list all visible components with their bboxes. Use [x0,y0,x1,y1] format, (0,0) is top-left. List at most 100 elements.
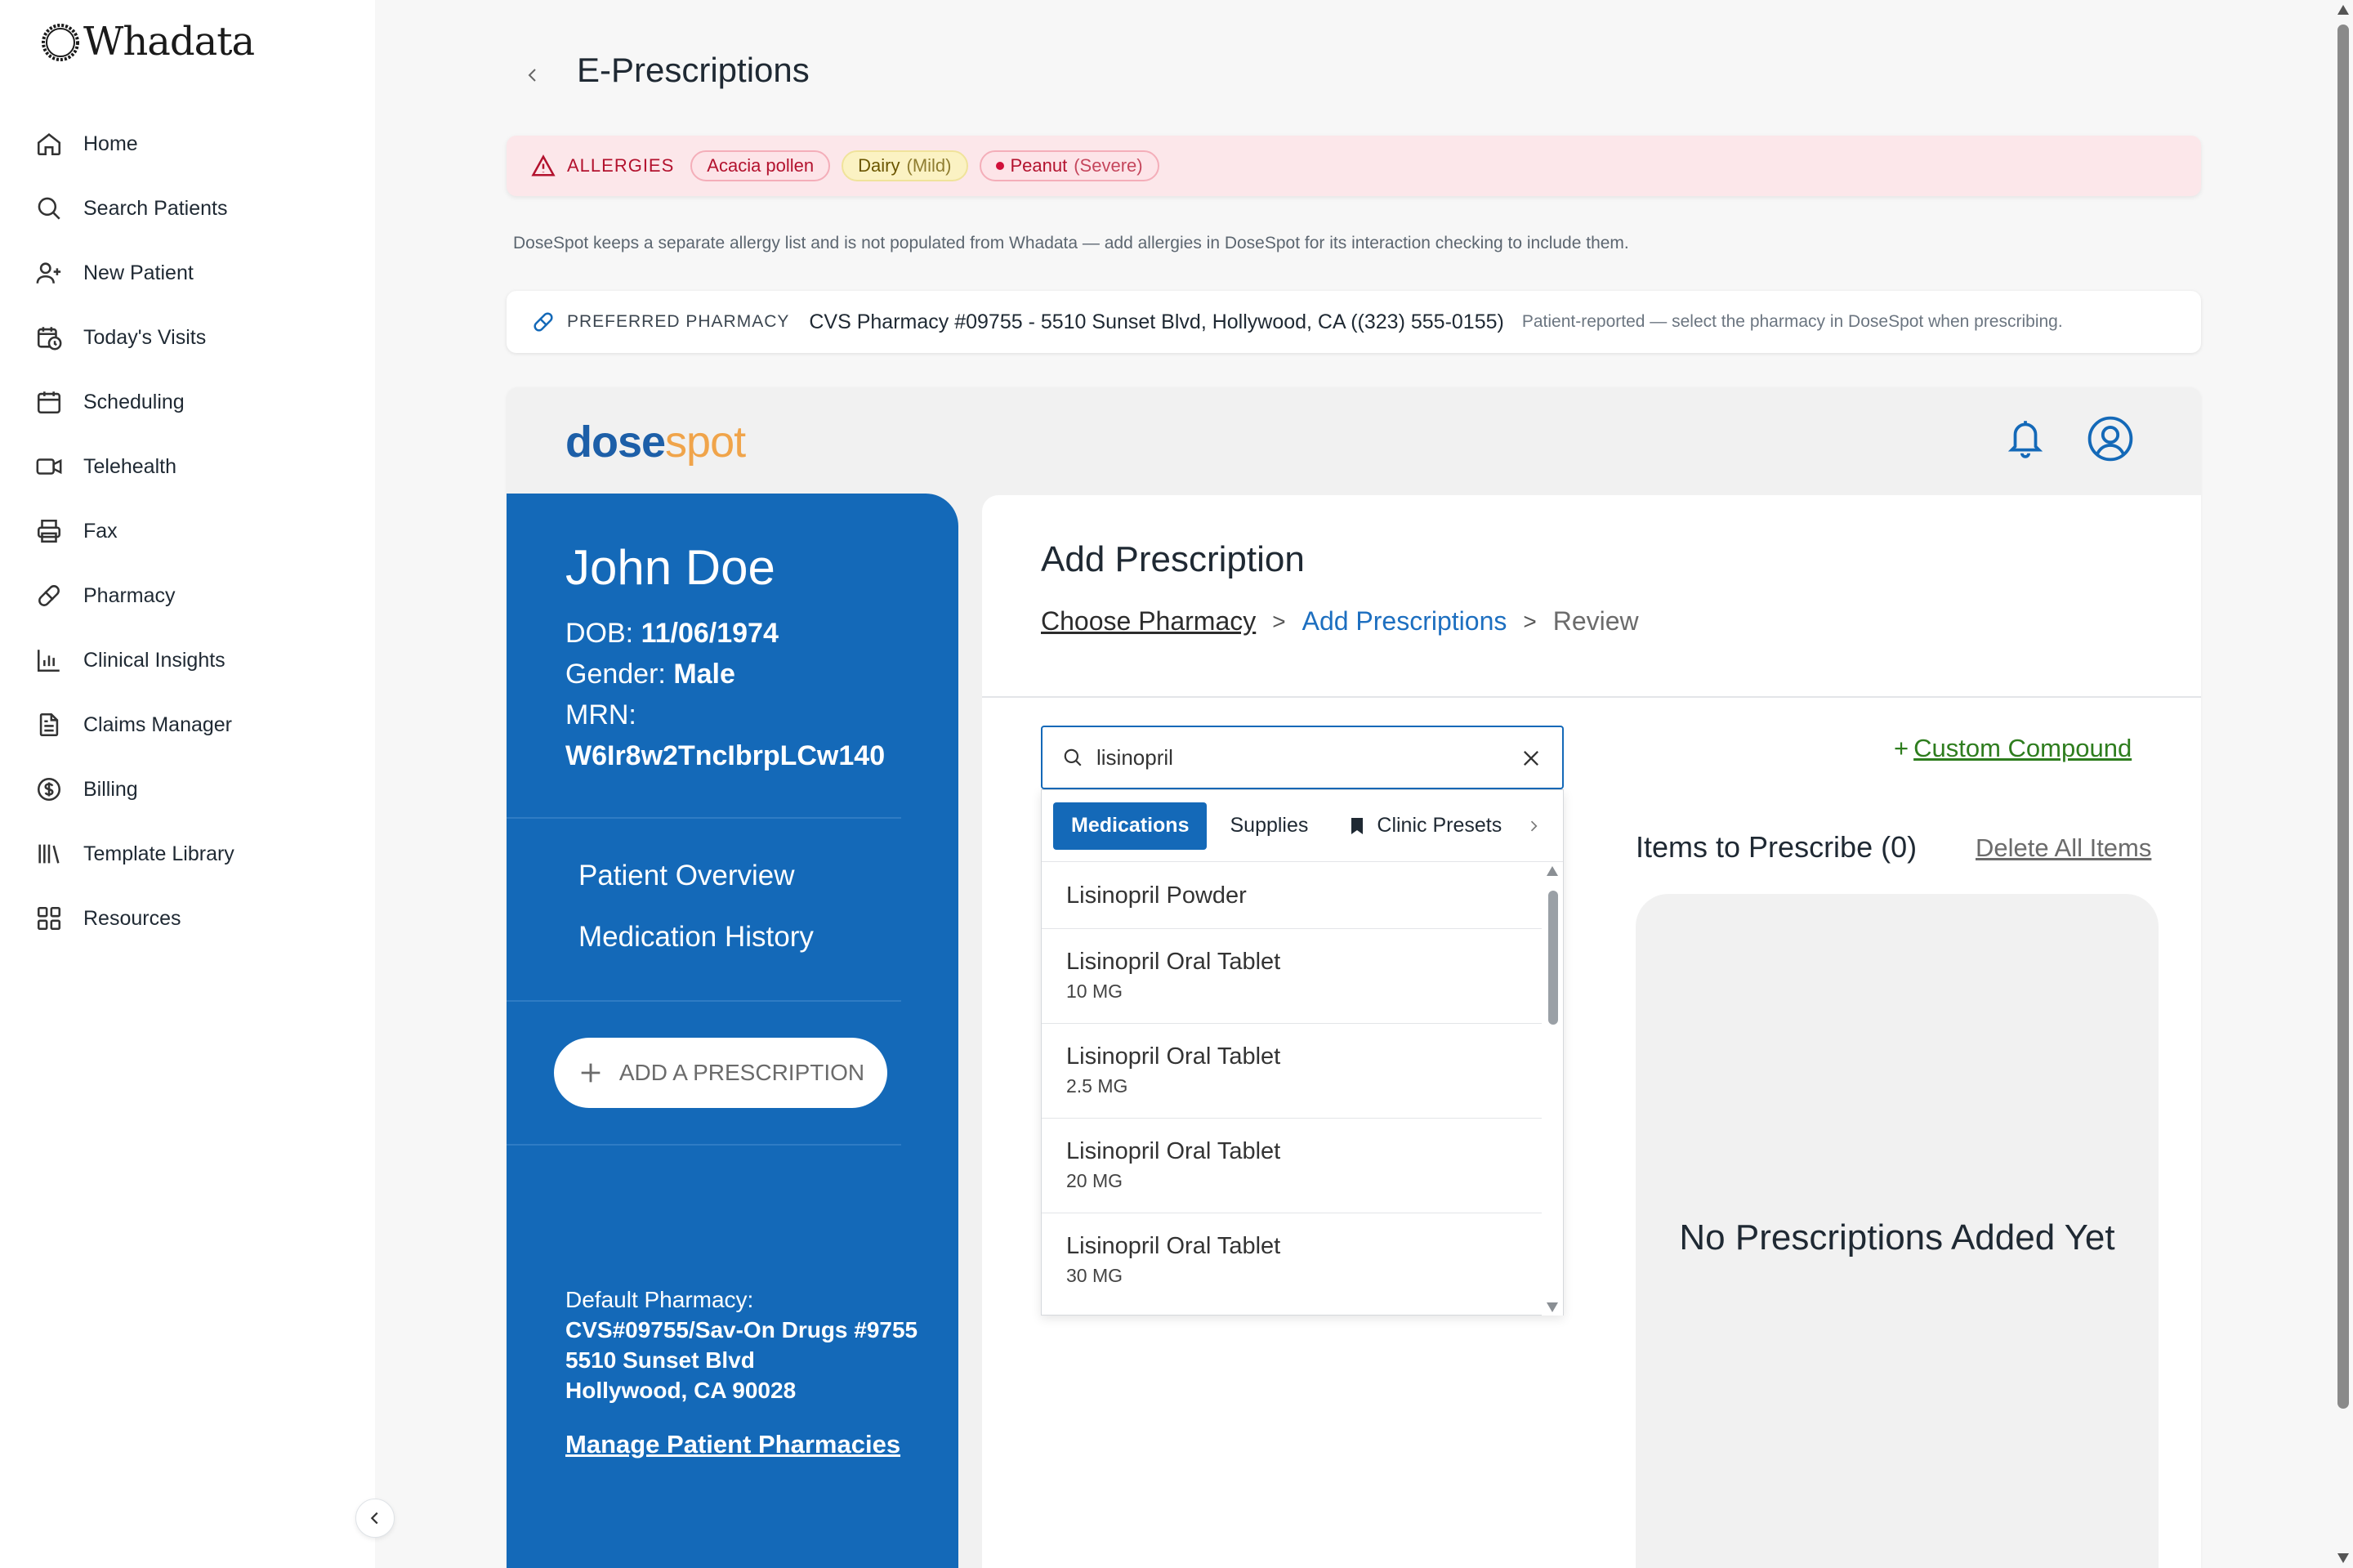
scroll-down-arrow-icon[interactable] [2337,1553,2349,1563]
patient-mrn-label: MRN: [565,699,636,730]
delete-all-items-link[interactable]: Delete All Items [1976,833,2151,863]
bell-icon [2005,415,2046,461]
scrollbar-thumb[interactable] [2337,25,2349,1409]
document-icon [33,708,65,741]
sidebar-item-template-library[interactable]: Template Library [33,829,234,878]
home-icon [33,127,65,160]
gender-value: Male [673,659,735,690]
sidebar-item-telehealth[interactable]: Telehealth [33,442,176,491]
breadcrumb-add-prescriptions[interactable]: Add Prescriptions [1302,606,1507,637]
user-account-button[interactable] [2087,415,2136,464]
list-item[interactable]: Lisinopril Oral Tablet 30 MG [1042,1213,1543,1308]
allergy-badge-peanut: Peanut (Severe) [979,150,1159,181]
sidebar-item-scheduling[interactable]: Scheduling [33,377,185,427]
logo-ring-icon [39,20,82,63]
search-results-list: Lisinopril Powder Lisinopril Oral Tablet… [1042,863,1543,1308]
printer-icon [33,515,65,547]
add-prescription-label: ADD A PRESCRIPTION [618,1060,865,1085]
patient-overview-link[interactable]: Patient Overview [578,860,795,892]
sidebar-item-label: Pharmacy [83,583,176,607]
user-plus-icon [33,257,65,289]
sidebar-item-label: Scheduling [83,390,185,413]
page-scrollbar[interactable] [2333,0,2353,1568]
back-button[interactable] [516,59,549,92]
sidebar-item-todays-visits[interactable]: Today's Visits [33,313,206,362]
results-scrollbar[interactable] [1542,863,1563,1316]
dosespot-frame: dosespot John Doe DOB: 11/06/1974 Gender… [507,387,2201,1568]
sidebar-collapse-button[interactable] [355,1499,395,1538]
sidebar-item-fax[interactable]: Fax [33,507,118,556]
sidebar-item-label: Home [83,132,138,155]
allergies-banner: ALLERGIES Acacia pollen Dairy (Mild) Pea… [507,136,2201,196]
gender-label: Gender: [565,659,666,690]
preferred-pharmacy-banner: PREFERRED PHARMACY CVS Pharmacy #09755 -… [507,291,2201,353]
sidebar-item-label: Claims Manager [83,713,233,736]
custom-compound-link[interactable]: + Custom Compound [1894,734,2132,763]
sidebar-item-label: Telehealth [83,454,176,478]
patient-mrn-value: W6Ir8w2TncIbrpLCw140 [565,740,886,771]
add-prescription-button[interactable]: ADD A PRESCRIPTION [554,1038,887,1108]
page-title: E-Prescriptions [577,51,810,89]
sidebar-item-label: Today's Visits [83,325,207,349]
dosespot-logo-spot: spot [665,418,746,467]
sidebar: Whadata Home Search Patients New Patient… [0,0,375,1568]
default-pharmacy-line: CVS#09755/Sav-On Drugs #9755 [565,1317,918,1342]
sidebar-item-pharmacy[interactable]: Pharmacy [33,571,176,620]
preferred-pharmacy-label: PREFERRED PHARMACY [567,312,790,331]
patient-card: John Doe DOB: 11/06/1974 Gender: Male MR… [507,494,958,1568]
allergy-badge-dairy: Dairy (Mild) [842,150,968,181]
result-name: Lisinopril Oral Tablet [1066,949,1281,975]
chevron-right-icon[interactable] [1517,810,1550,842]
dollar-icon [33,773,65,806]
sidebar-item-new-patient[interactable]: New Patient [33,248,194,297]
scroll-up-arrow-icon[interactable] [1547,866,1558,876]
sidebar-item-claims-manager[interactable]: Claims Manager [33,700,232,749]
medication-search-input[interactable]: lisinopril [1041,726,1564,789]
logo-text: Whadata [83,19,255,65]
allergy-severity: (Severe) [1074,155,1143,176]
scrollbar-thumb[interactable] [1548,891,1558,1025]
search-results-dropdown: Medications Supplies Clinic Presets Lisi… [1041,789,1564,1316]
bookmark-icon [1349,816,1365,836]
calendar-icon [33,386,65,418]
sidebar-item-resources[interactable]: Resources [33,894,181,943]
allergy-severity: (Mild) [906,155,952,176]
tab-clinic-presets[interactable]: Clinic Presets [1331,802,1520,850]
items-to-prescribe-box: No Prescriptions Added Yet [1636,894,2159,1568]
list-item[interactable]: Lisinopril Oral Tablet 10 MG [1042,929,1543,1024]
scroll-down-arrow-icon[interactable] [1547,1302,1558,1312]
severe-dot-icon [995,162,1004,170]
add-prescription-panel: Add Prescription Choose Pharmacy > Add P… [982,495,2201,1568]
sidebar-item-clinical-insights[interactable]: Clinical Insights [33,636,225,685]
allergies-label: ALLERGIES [567,155,675,176]
search-value: lisinopril [1096,744,1173,770]
result-name: Lisinopril Oral Tablet [1066,1138,1281,1164]
sidebar-item-home[interactable]: Home [33,119,138,168]
list-item[interactable]: Lisinopril Oral Tablet 20 MG [1042,1119,1543,1213]
sidebar-item-billing[interactable]: Billing [33,765,138,814]
manage-patient-pharmacies-link[interactable]: Manage Patient Pharmacies [565,1430,900,1459]
list-item[interactable]: Lisinopril Oral Tablet 2.5 MG [1042,1024,1543,1119]
items-to-prescribe-title: Items to Prescribe (0) [1636,830,1918,864]
whadata-logo[interactable]: Whadata [39,16,255,67]
search-tabs: Medications Supplies Clinic Presets [1042,790,1563,862]
scroll-up-arrow-icon[interactable] [2337,5,2349,15]
close-icon[interactable] [1515,742,1547,775]
dob-label: DOB: [565,618,634,649]
tab-medications[interactable]: Medications [1053,802,1208,850]
divider [982,696,2201,698]
tab-label: Clinic Presets [1377,814,1502,837]
breadcrumb-separator: > [1523,608,1537,634]
tab-supplies[interactable]: Supplies [1212,802,1326,850]
medication-history-link[interactable]: Medication History [578,921,814,954]
tab-label: Medications [1071,814,1190,837]
list-item[interactable]: Lisinopril Powder [1042,863,1543,929]
chevron-left-icon [366,1509,384,1527]
default-pharmacy: Default Pharmacy: CVS#09755/Sav-On Drugs… [565,1284,918,1405]
breadcrumb-choose-pharmacy[interactable]: Choose Pharmacy [1041,606,1256,637]
dosespot-logo: dosespot [565,417,746,467]
library-icon [33,838,65,870]
sidebar-item-search-patients[interactable]: Search Patients [33,184,228,233]
search-icon [33,192,65,225]
notifications-button[interactable] [2005,415,2051,464]
